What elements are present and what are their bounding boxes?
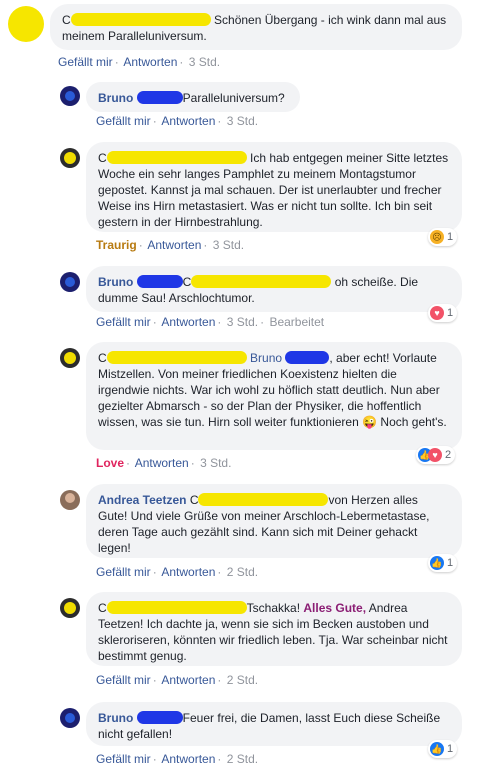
like-button[interactable]: Gefällt mir (96, 565, 151, 579)
comment-bubble: Bruno Paralleluniversum? (86, 82, 300, 112)
avatar[interactable] (60, 598, 80, 618)
reaction-badge[interactable]: 👍 1 (428, 740, 458, 758)
redacted-mention (285, 351, 330, 364)
reply-button[interactable]: Antworten (135, 456, 189, 470)
comment-bubble: C Bruno , aber echt! Vorlaute Mistzellen… (86, 342, 462, 450)
timestamp[interactable]: 3 Std. (200, 456, 231, 470)
avatar[interactable] (60, 148, 80, 168)
reaction-button[interactable]: Traurig (96, 238, 137, 252)
reaction-count: 1 (447, 307, 454, 319)
comment-bubble: Bruno Feuer frei, die Damen, lasst Euch … (86, 702, 462, 746)
redacted-mention (191, 275, 332, 288)
redacted-name (136, 711, 183, 724)
comment-text-pre: Tschakka! (246, 601, 301, 615)
timestamp[interactable]: 2 Std. (227, 752, 258, 766)
comment-text-end: Noch geht's. (380, 415, 447, 429)
author-name[interactable]: Bruno (98, 275, 133, 289)
reply-button[interactable]: Antworten (147, 238, 201, 252)
author-name[interactable]: Andrea Teetzen (98, 493, 186, 507)
reaction-count: 1 (447, 231, 454, 243)
comment-actions: Gefällt mir · Antworten · 3 Std. (96, 114, 259, 128)
comment-actions: Gefällt mir · Antworten · 3 Std. (58, 55, 221, 69)
comment-text: Paralleluniversum? (182, 91, 285, 105)
comment-bubble: C Ich hab entgegen meiner Sitte letztes … (86, 142, 462, 232)
reply-button[interactable]: Antworten (161, 315, 215, 329)
commenter-initial[interactable]: C (62, 13, 71, 27)
timestamp[interactable]: 3 Std. (227, 315, 258, 329)
reaction-count: 1 (447, 557, 454, 569)
avatar[interactable] (60, 348, 80, 368)
commenter-initial[interactable]: C (98, 351, 107, 365)
comment-actions: Gefällt mir · Antworten · 2 Std. (96, 565, 259, 579)
avatar[interactable] (60, 86, 80, 106)
like-button[interactable]: Gefällt mir (58, 55, 113, 69)
mention-initial[interactable]: C (183, 275, 192, 289)
reaction-count: 1 (447, 743, 454, 755)
timestamp[interactable]: 3 Std. (189, 55, 220, 69)
timestamp[interactable]: 3 Std. (213, 238, 244, 252)
edited-label: Bearbeitet (269, 315, 325, 329)
redacted-name (136, 91, 183, 104)
avatar[interactable] (60, 490, 80, 510)
redacted-name (136, 275, 183, 288)
comment-actions: Gefällt mir · Antworten · 2 Std. (96, 673, 259, 687)
timestamp[interactable]: 2 Std. (227, 673, 258, 687)
reply-button[interactable]: Antworten (161, 114, 215, 128)
timestamp[interactable]: 2 Std. (227, 565, 258, 579)
comment-actions: Love · Antworten · 3 Std. (96, 456, 232, 470)
redacted-mention (198, 493, 329, 506)
avatar[interactable] (60, 272, 80, 292)
redacted-name (106, 151, 247, 164)
timestamp[interactable]: 3 Std. (227, 114, 258, 128)
mention-name[interactable]: Bruno (250, 351, 282, 365)
reaction-badge[interactable]: ☹ 1 (428, 228, 458, 246)
comment-bubble: Bruno C oh scheiße. Die dumme Sau! Arsch… (86, 266, 462, 312)
reply-button[interactable]: Antworten (123, 55, 177, 69)
like-reaction-icon: 👍 (430, 556, 444, 570)
sad-reaction-icon: ☹ (430, 230, 444, 244)
highlight-text: Alles Gute, (303, 601, 367, 615)
avatar[interactable] (60, 708, 80, 728)
author-name[interactable]: Bruno (98, 91, 133, 105)
comment-bubble: C Schönen Übergang - ich wink dann mal a… (50, 4, 462, 50)
reaction-badge[interactable]: ♥ 1 (428, 304, 458, 322)
reply-button[interactable]: Antworten (161, 673, 215, 687)
redacted-name (106, 601, 247, 614)
redacted-name (106, 351, 247, 364)
like-button[interactable]: Gefällt mir (96, 752, 151, 766)
redacted-name (70, 13, 211, 26)
heart-reaction-icon: ♥ (430, 306, 444, 320)
winking-emoji-icon: 😜 (362, 415, 378, 429)
like-reaction-icon: 👍 (430, 742, 444, 756)
comment-bubble: Andrea Teetzen Cvon Herzen alles Gute! U… (86, 484, 462, 558)
comment-bubble: C Tschakka! Alles Gute, Andrea Teetzen! I… (86, 592, 462, 666)
commenter-initial[interactable]: C (98, 601, 107, 615)
like-button[interactable]: Gefällt mir (96, 114, 151, 128)
avatar[interactable] (8, 6, 44, 42)
like-button[interactable]: Gefällt mir (96, 315, 151, 329)
mention-initial[interactable]: C (190, 493, 199, 507)
like-button[interactable]: Gefällt mir (96, 673, 151, 687)
reply-button[interactable]: Antworten (161, 752, 215, 766)
reply-button[interactable]: Antworten (161, 565, 215, 579)
comment-actions: Gefällt mir · Antworten · 2 Std. (96, 752, 259, 766)
reaction-badge[interactable]: 👍 1 (428, 554, 458, 572)
commenter-initial[interactable]: C (98, 151, 107, 165)
comment-actions: Traurig · Antworten · 3 Std. (96, 238, 245, 252)
comment-actions: Gefällt mir · Antworten · 3 Std. · Bearbeit… (96, 315, 325, 329)
reaction-badge[interactable]: 👍 ♥ 2 (416, 446, 456, 464)
heart-reaction-icon: ♥ (428, 448, 442, 462)
author-name[interactable]: Bruno (98, 711, 133, 725)
reaction-button[interactable]: Love (96, 456, 124, 470)
reaction-count: 2 (445, 449, 452, 461)
